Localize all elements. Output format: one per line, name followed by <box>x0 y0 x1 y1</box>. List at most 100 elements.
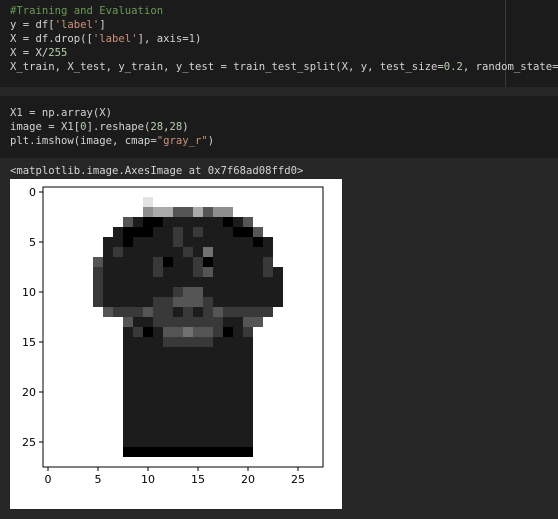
code-token: ) <box>207 135 215 147</box>
image-pixel <box>43 327 54 338</box>
image-pixel <box>53 437 64 448</box>
image-pixel <box>203 327 214 338</box>
image-pixel <box>103 237 114 248</box>
image-pixel <box>223 397 234 408</box>
image-pixel <box>273 287 284 298</box>
image-pixel <box>103 327 114 338</box>
x-tick-label: 0 <box>45 473 52 486</box>
image-pixel <box>283 307 294 318</box>
image-pixel <box>313 317 324 328</box>
image-pixel <box>93 197 104 208</box>
image-pixel <box>183 347 194 358</box>
image-pixel <box>43 217 54 228</box>
code-cell-imshow[interactable]: X1 = np.array(X) image = X1[0].reshape(28… <box>0 96 558 158</box>
image-pixel <box>203 427 214 438</box>
image-pixel <box>143 407 154 418</box>
image-pixel <box>233 437 244 448</box>
image-pixel <box>43 407 54 418</box>
image-pixel <box>83 377 94 388</box>
image-pixel <box>183 247 194 258</box>
image-pixel <box>213 207 224 218</box>
image-pixel <box>303 227 314 238</box>
image-pixel <box>233 387 244 398</box>
image-pixel <box>263 217 274 228</box>
image-pixel <box>43 307 54 318</box>
image-pixel <box>213 387 224 398</box>
image-pixel <box>273 307 284 318</box>
image-pixel <box>143 447 154 458</box>
image-pixel <box>283 287 294 298</box>
image-pixel <box>283 407 294 418</box>
image-pixel <box>143 317 154 328</box>
image-pixel <box>253 317 264 328</box>
image-pixel <box>113 457 124 468</box>
image-pixel <box>183 217 194 228</box>
image-pixel <box>123 327 134 338</box>
image-pixel <box>63 237 74 248</box>
image-pixel <box>303 197 314 208</box>
image-pixel <box>83 247 94 258</box>
image-pixel <box>113 187 124 198</box>
image-pixel <box>263 447 274 458</box>
code-token: #Training and Evaluation <box>10 5 164 17</box>
image-pixel <box>193 247 204 258</box>
image-pixel <box>143 457 154 468</box>
image-pixel <box>173 377 184 388</box>
image-pixel <box>203 217 214 228</box>
image-pixel <box>303 437 314 448</box>
image-pixel <box>73 387 84 398</box>
image-pixel <box>243 247 254 258</box>
image-pixel <box>63 297 74 308</box>
image-pixel <box>233 457 244 468</box>
image-pixel <box>173 297 184 308</box>
image-pixel <box>43 247 54 258</box>
image-pixel <box>53 247 64 258</box>
y-tick-label: 10 <box>22 286 36 299</box>
image-pixel <box>113 437 124 448</box>
image-pixel <box>103 367 114 378</box>
image-pixel <box>203 267 214 278</box>
image-pixel <box>103 257 114 268</box>
y-tick-label: 15 <box>22 336 36 349</box>
image-pixel <box>103 297 114 308</box>
image-pixel <box>123 377 134 388</box>
image-pixel <box>213 297 224 308</box>
code-cell-training[interactable]: #Training and Evaluation y = df['label'] X… <box>0 0 558 87</box>
image-pixel <box>233 367 244 378</box>
image-pixel <box>253 197 264 208</box>
image-pixel <box>103 267 114 278</box>
image-pixel <box>123 427 134 438</box>
image-pixel <box>283 197 294 208</box>
image-pixel <box>143 307 154 318</box>
image-pixel <box>143 287 154 298</box>
image-pixel <box>183 267 194 278</box>
image-pixel <box>303 247 314 258</box>
image-pixel <box>193 357 204 368</box>
image-pixel <box>283 437 294 448</box>
image-pixel <box>63 277 74 288</box>
image-pixel <box>143 327 154 338</box>
image-pixel <box>43 277 54 288</box>
image-pixel <box>193 427 204 438</box>
image-pixel <box>233 207 244 218</box>
image-pixel <box>283 417 294 428</box>
image-pixel <box>133 427 144 438</box>
image-pixel <box>293 457 304 468</box>
image-pixel <box>253 297 264 308</box>
image-pixel <box>173 427 184 438</box>
imshow-plot-svg: 0 5 10 15 20 25 0 5 10 15 20 25 <box>22 186 324 486</box>
code-token: y = df[ <box>10 19 55 31</box>
image-pixel <box>113 417 124 428</box>
image-pixel <box>73 427 84 438</box>
code-line: X1 = np.array(X) <box>10 106 112 120</box>
image-pixel <box>123 397 134 408</box>
image-pixel <box>123 367 134 378</box>
image-pixel <box>93 457 104 468</box>
image-pixel <box>233 257 244 268</box>
image-pixel <box>153 197 164 208</box>
image-pixel <box>43 427 54 438</box>
image-pixel <box>243 307 254 318</box>
image-pixel <box>263 207 274 218</box>
image-pixel <box>63 257 74 268</box>
image-pixel <box>123 227 134 238</box>
